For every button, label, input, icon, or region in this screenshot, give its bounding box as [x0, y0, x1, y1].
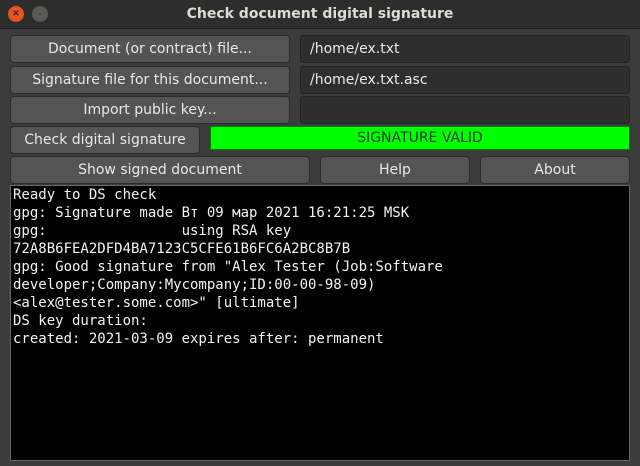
signature-path-field[interactable]: /home/ex.txt.asc	[300, 66, 630, 94]
import-public-key-button[interactable]: Import public key...	[10, 96, 290, 124]
console-line: created: 2021-03-09 expires after: perma…	[13, 331, 384, 347]
help-button[interactable]: Help	[320, 156, 470, 184]
show-signed-document-button[interactable]: Show signed document	[10, 156, 310, 184]
console-line: <alex@tester.some.com>" [ultimate]	[13, 295, 300, 311]
console-line: gpg: using RSA key	[13, 223, 292, 239]
console-line: gpg: Good signature from "Alex Tester (J…	[13, 259, 443, 275]
signature-status-indicator: SIGNATURE VALID	[210, 126, 630, 150]
main-window: × – Check document digital signature Doc…	[0, 0, 640, 466]
signature-file-button[interactable]: Signature file for this document...	[10, 66, 290, 94]
window-title: Check document digital signature	[186, 6, 454, 22]
check-signature-button[interactable]: Check digital signature	[10, 126, 200, 154]
title-bar[interactable]: × – Check document digital signature	[0, 0, 640, 29]
console-line: gpg: Signature made Вт 09 мар 2021 16:21…	[13, 205, 410, 221]
console-line: developer;Company:Mycompany;ID:00-00-98-…	[13, 277, 376, 293]
console-line: 72A8B6FEA2DFD4BA7123C5CFE61B6FC6A2BC8B7B	[13, 241, 351, 257]
document-file-button[interactable]: Document (or contract) file...	[10, 35, 290, 63]
document-path-field[interactable]: /home/ex.txt	[300, 35, 630, 63]
about-button[interactable]: About	[480, 156, 630, 184]
public-key-field[interactable]	[300, 96, 630, 124]
console-line: DS key duration:	[13, 313, 148, 329]
output-console[interactable]: Ready to DS check gpg: Signature made Вт…	[10, 185, 630, 461]
console-line: Ready to DS check	[13, 187, 157, 203]
